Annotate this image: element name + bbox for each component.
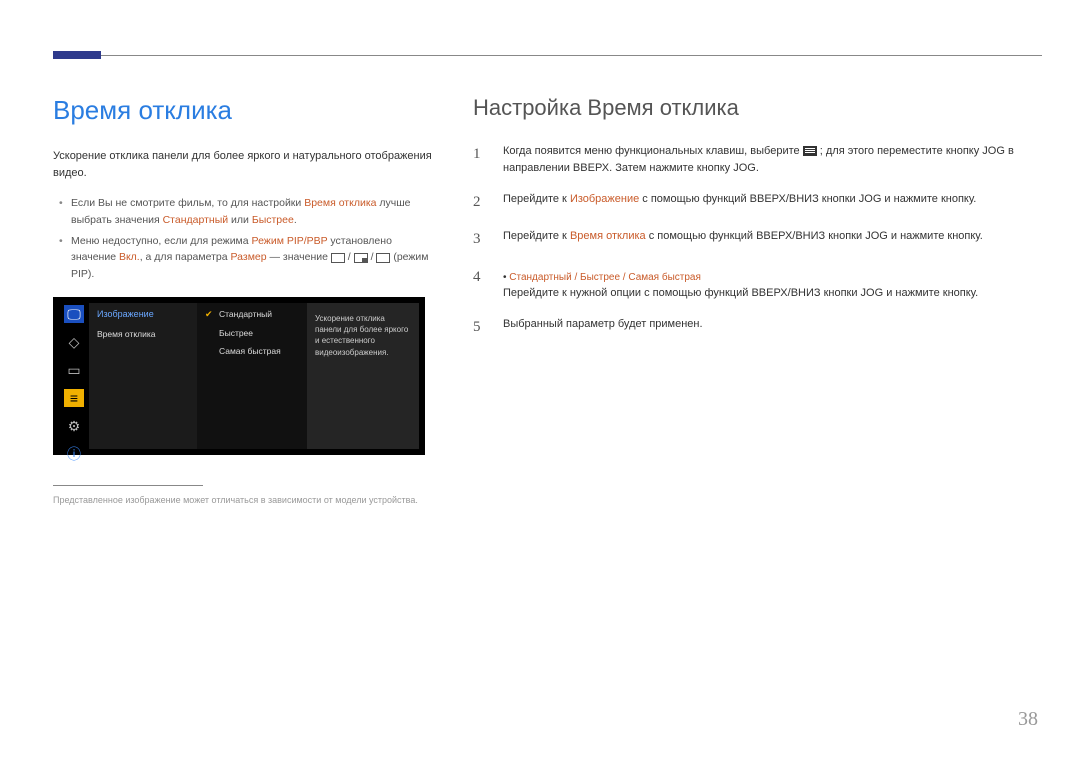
step-number: 3 [473, 228, 489, 251]
text: — значение [267, 251, 331, 263]
subsection-heading: Настройка Время отклика [473, 95, 1042, 121]
text: или [228, 214, 252, 226]
highlight: Быстрее [252, 214, 294, 226]
text: с помощью функций ВВЕРХ/ВНИЗ кнопки JOG … [646, 230, 983, 242]
step-number: 2 [473, 191, 489, 214]
osd-section-title: Изображение [97, 309, 189, 319]
step-body: • Стандартный / Быстрее / Самая быстрая … [503, 266, 1042, 303]
highlight: Изображение [570, 193, 639, 205]
highlight: Стандартный / Быстрее / Самая быстрая [509, 272, 701, 283]
osd-sidebar: 🖵 ◇ ▭ ≡ ⚙ ⓘ [59, 303, 89, 449]
option-label: Самая быстрая [219, 346, 281, 356]
step-body: Выбранный параметр будет применен. [503, 316, 1042, 339]
text: Когда появится меню функциональных клави… [503, 145, 803, 157]
highlight: Режим PIP/PBP [252, 235, 328, 247]
info-icon: ⓘ [64, 445, 84, 463]
section-heading: Время отклика [53, 95, 433, 126]
text: Перейдите к [503, 230, 570, 242]
highlight: Время отклика [304, 197, 376, 209]
osd-menu-item: Время отклика [97, 329, 189, 339]
settings-bar-icon: ≡ [64, 389, 84, 407]
osd-preview: 🖵 ◇ ▭ ≡ ⚙ ⓘ Изображение Время отклика ✔ С… [53, 297, 425, 455]
left-column: Время отклика Ускорение отклика панели д… [53, 95, 433, 507]
monitor-icon: 🖵 [64, 305, 84, 323]
menu-icon [803, 146, 817, 156]
option-label: Стандартный [219, 309, 272, 319]
page-content: Время отклика Ускорение отклика панели д… [53, 95, 1042, 507]
osd-options-panel: ✔ Стандартный Быстрее Самая быстрая [197, 303, 307, 449]
step-item: 3 Перейдите к Время отклика с помощью фу… [473, 228, 1042, 251]
text: Перейдите к [503, 193, 570, 205]
step-item: 5 Выбранный параметр будет применен. [473, 316, 1042, 339]
right-column: Настройка Время отклика 1 Когда появится… [473, 95, 1042, 507]
step-item: 4 • Стандартный / Быстрее / Самая быстра… [473, 266, 1042, 303]
step-body: Перейдите к Время отклика с помощью функ… [503, 228, 1042, 251]
size-icon-small [376, 253, 390, 263]
option-line: • Стандартный / Быстрее / Самая быстрая [503, 270, 1042, 286]
highlight: Вкл. [119, 251, 140, 263]
step-number: 1 [473, 143, 489, 177]
check-icon: ✔ [205, 309, 215, 320]
footnote-separator [53, 485, 203, 486]
osd-option: Самая быстрая [205, 346, 299, 356]
note-list: Если Вы не смотрите фильм, то для настро… [53, 195, 433, 283]
note-item: Меню недоступно, если для режима Режим P… [53, 233, 433, 283]
osd-section-panel: Изображение Время отклика [89, 303, 197, 449]
step-number: 4 [473, 266, 489, 303]
highlight: Стандартный [163, 214, 229, 226]
pip-icon: ▭ [64, 361, 84, 379]
highlight: Время отклика [570, 230, 646, 242]
header-rule [53, 55, 1042, 56]
step-body: Когда появится меню функциональных клави… [503, 143, 1042, 177]
square-icon: ◇ [64, 333, 84, 351]
header-accent [53, 51, 101, 59]
highlight: Размер [231, 251, 267, 263]
osd-option: ✔ Стандартный [205, 309, 299, 320]
text: Если Вы не смотрите фильм, то для настро… [71, 197, 304, 209]
size-icon-large [331, 253, 345, 263]
steps-list: 1 Когда появится меню функциональных кла… [473, 143, 1042, 339]
text: с помощью функций ВВЕРХ/ВНИЗ кнопки JOG … [639, 193, 976, 205]
intro-text: Ускорение отклика панели для более ярког… [53, 148, 433, 181]
step-item: 2 Перейдите к Изображение с помощью функ… [473, 191, 1042, 214]
page-number: 38 [1018, 708, 1038, 731]
footnote-text: Представленное изображение может отличат… [53, 494, 433, 508]
option-label: Быстрее [219, 328, 253, 338]
size-icon-pip [354, 253, 368, 263]
step-item: 1 Когда появится меню функциональных кла… [473, 143, 1042, 177]
text: , а для параметра [140, 251, 231, 263]
osd-option: Быстрее [205, 328, 299, 338]
step-body: Перейдите к Изображение с помощью функци… [503, 191, 1042, 214]
osd-description: Ускорение отклика панели для более ярког… [307, 303, 419, 449]
text: Перейдите к нужной опции с помощью функц… [503, 287, 978, 299]
note-item: Если Вы не смотрите фильм, то для настро… [53, 195, 433, 229]
step-number: 5 [473, 316, 489, 339]
text: . [294, 214, 297, 226]
gear-icon: ⚙ [64, 417, 84, 435]
text: Меню недоступно, если для режима [71, 235, 252, 247]
